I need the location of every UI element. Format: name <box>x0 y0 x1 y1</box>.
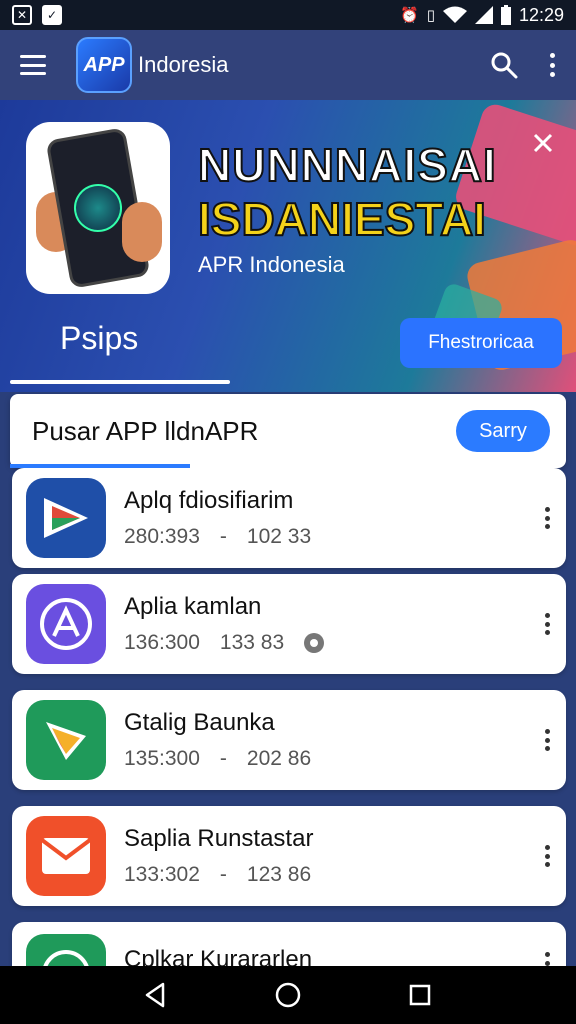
signal-icon <box>474 6 493 24</box>
x-box-icon: ✕ <box>12 5 32 25</box>
more-options-icon[interactable] <box>542 845 552 867</box>
tab-indicator <box>10 380 230 384</box>
search-input[interactable]: Pusar APP lldnAPR <box>32 416 258 447</box>
app-meta-separator: - <box>219 525 227 548</box>
tab-psips[interactable]: Psips <box>60 320 138 357</box>
more-options-icon[interactable] <box>542 613 552 635</box>
recents-icon[interactable] <box>405 980 435 1010</box>
hand-illustration <box>122 202 162 262</box>
play-store-icon <box>26 700 106 780</box>
vibrate-icon: ▯ <box>426 7 435 24</box>
phone-illustration <box>26 122 170 294</box>
app-name: Aplq fdiosifiarim <box>124 487 294 514</box>
status-bar: ✕ ✓ ⏰ ▯ 12:29 <box>0 0 576 30</box>
wifi-icon <box>442 6 467 23</box>
app-meta-secondary: 102 33 <box>246 525 312 548</box>
app-meta-primary: 136:300 <box>124 631 200 654</box>
app-meta-secondary: 133 83 <box>219 631 285 654</box>
more-options-icon[interactable] <box>542 507 552 529</box>
battery-icon <box>500 5 511 25</box>
mail-icon <box>26 816 106 896</box>
menu-icon[interactable] <box>20 55 46 75</box>
app-logo[interactable]: APP <box>76 37 132 93</box>
hero-subtitle: APR Indonesia <box>198 252 345 277</box>
app-name: Aplia kamlan <box>124 593 262 620</box>
app-name: Saplia Runstastar <box>124 825 314 852</box>
app-bar: APP Indoresia <box>0 30 576 100</box>
hero-title-line2: ISDANIESTAI <box>197 192 487 246</box>
hero-title-line1: NUNNNAISAI <box>197 138 497 192</box>
app-meta-secondary: 123 86 <box>246 863 312 886</box>
app-meta-separator: - <box>219 863 227 886</box>
more-options-icon[interactable] <box>542 729 552 751</box>
app-name: Cplkar Kurararlen <box>124 946 313 966</box>
search-card: Pusar APP lldnAPR Sarry <box>10 394 566 468</box>
search-button[interactable]: Sarry <box>456 410 550 452</box>
play-triangle-icon <box>26 478 106 558</box>
app-meta-separator: - <box>219 747 227 770</box>
app-meta-primary: 280:393 <box>124 525 200 548</box>
search-icon[interactable] <box>490 51 518 79</box>
app-meta-primary: 133:302 <box>124 863 200 886</box>
status-time: 12:29 <box>518 4 564 25</box>
list-item[interactable]: Saplia Runstastar 133:302 - 123 86 <box>12 806 566 906</box>
list-item[interactable]: Gtalig Baunka 135:300 - 202 86 <box>12 690 566 790</box>
back-icon[interactable] <box>141 980 171 1010</box>
app-list: Aplq fdiosifiarim 280:393 - 102 33 Aplia… <box>0 468 576 966</box>
home-icon[interactable] <box>273 980 303 1010</box>
a-circle-icon <box>26 584 106 664</box>
settings-badge-icon <box>304 633 325 653</box>
app-title: Indoresia <box>138 52 229 77</box>
compass-icon <box>26 934 106 966</box>
more-options-icon[interactable] <box>548 53 556 77</box>
hero-banner: NUNNNAISAI ISDANIESTAI APR Indonesia Psi… <box>0 100 576 392</box>
hero-action-button[interactable]: Fhestroricaa <box>400 318 562 368</box>
list-item[interactable]: Cplkar Kurararlen <box>12 922 566 966</box>
more-options-icon[interactable] <box>542 952 552 966</box>
alarm-icon: ⏰ <box>400 7 419 24</box>
app-meta-secondary: 202 86 <box>246 747 312 770</box>
check-box-icon: ✓ <box>42 5 62 25</box>
list-item[interactable]: Aplq fdiosifiarim 280:393 - 102 33 <box>12 468 566 568</box>
list-item[interactable]: Aplia kamlan 136:300 133 83 <box>12 574 566 674</box>
app-meta-primary: 135:300 <box>124 747 200 770</box>
app-name: Gtalig Baunka <box>124 709 275 736</box>
system-nav-bar <box>0 966 576 1024</box>
close-icon[interactable] <box>532 132 554 154</box>
